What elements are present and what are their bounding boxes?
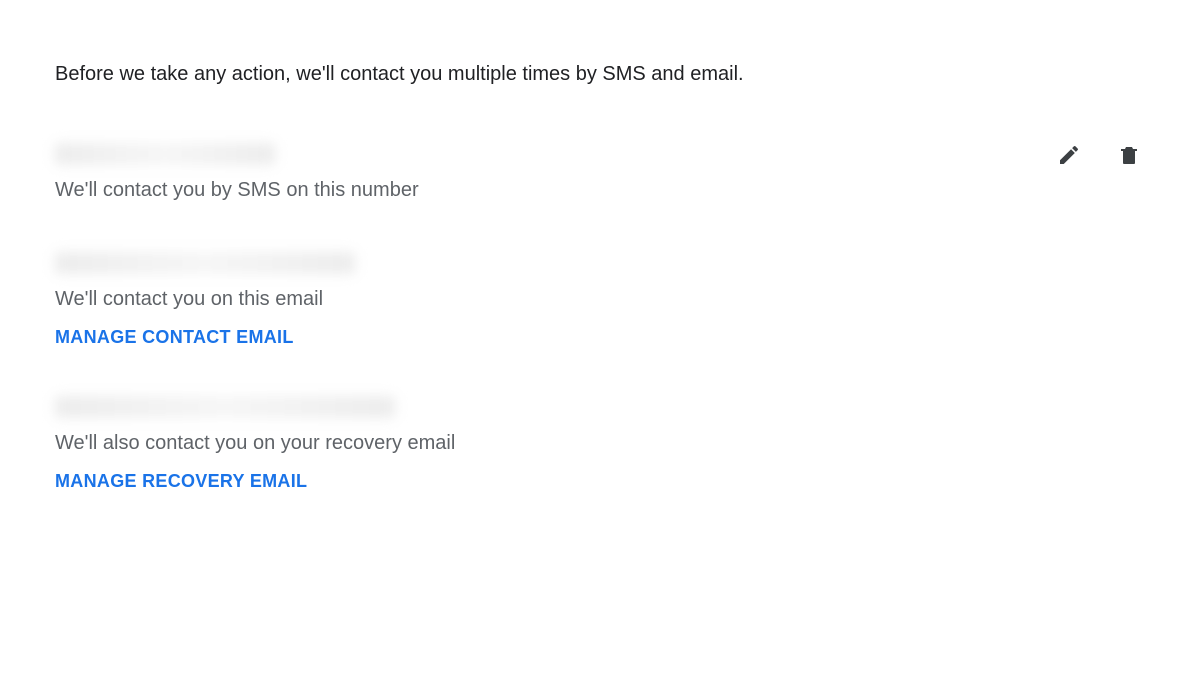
intro-text: Before we take any action, we'll contact… xyxy=(55,60,1145,88)
trash-icon xyxy=(1117,143,1141,170)
phone-value-redacted xyxy=(55,143,275,165)
pencil-icon xyxy=(1057,143,1081,170)
contact-email-description: We'll contact you on this email xyxy=(55,285,1145,313)
edit-phone-button[interactable] xyxy=(1053,139,1085,174)
phone-section: We'll contact you by SMS on this number xyxy=(55,143,1145,204)
contact-email-section: We'll contact you on this email MANAGE C… xyxy=(55,252,1145,348)
recovery-email-description: We'll also contact you on your recovery … xyxy=(55,429,1145,457)
phone-description: We'll contact you by SMS on this number xyxy=(55,176,1145,204)
contact-email-value-redacted xyxy=(55,252,355,274)
recovery-email-section: We'll also contact you on your recovery … xyxy=(55,396,1145,492)
manage-contact-email-link[interactable]: MANAGE CONTACT EMAIL xyxy=(55,327,294,348)
manage-recovery-email-link[interactable]: MANAGE RECOVERY EMAIL xyxy=(55,471,307,492)
recovery-email-value-redacted xyxy=(55,396,395,418)
delete-phone-button[interactable] xyxy=(1113,139,1145,174)
phone-actions xyxy=(1053,139,1145,174)
